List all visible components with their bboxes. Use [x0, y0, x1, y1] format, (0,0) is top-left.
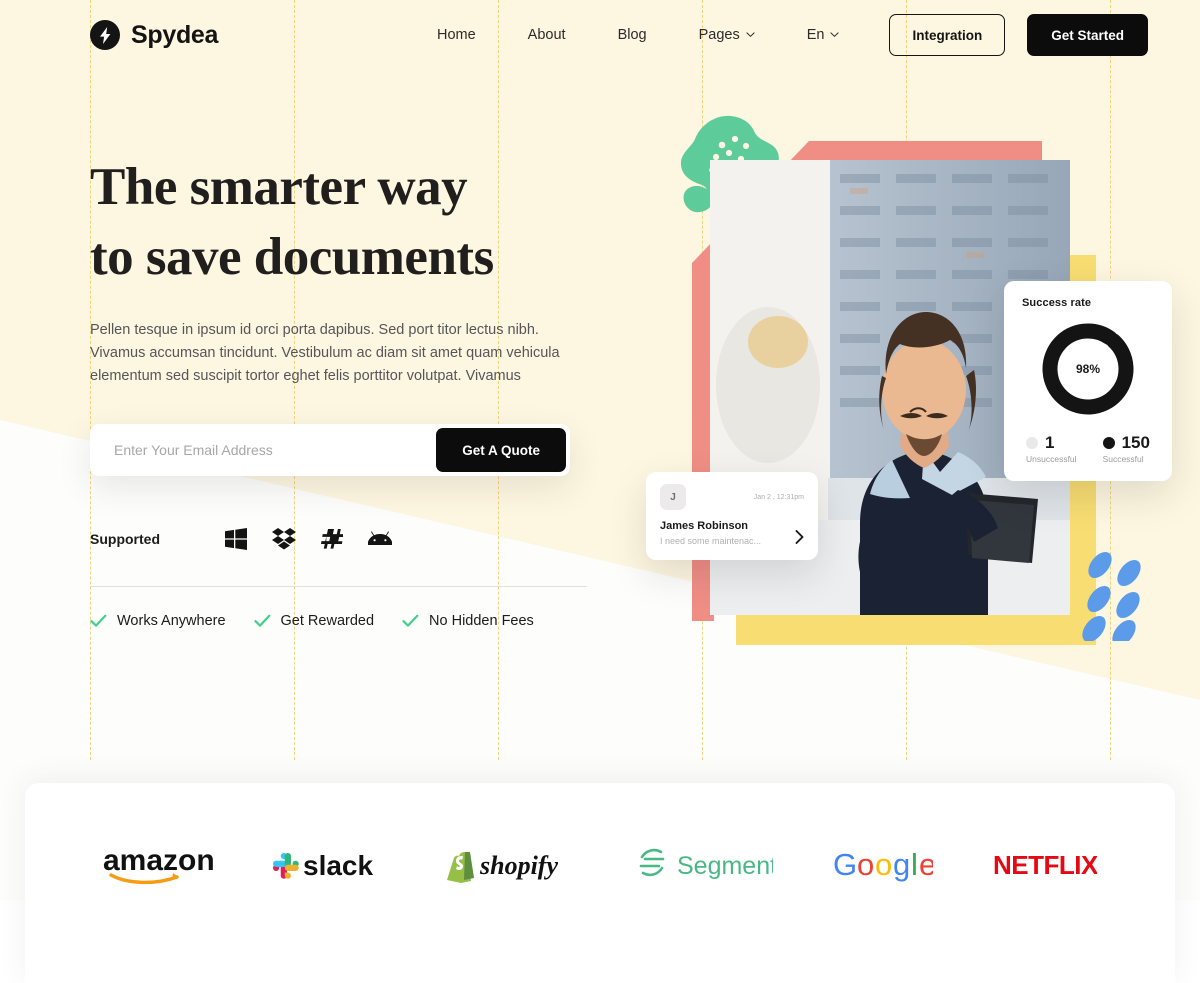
blue-petals-decoration [1082, 551, 1154, 647]
nav-item-label: Pages [698, 27, 740, 43]
feature-label: Get Rewarded [280, 613, 375, 629]
legend-dot-icon [1102, 437, 1115, 449]
supported-label: Supported [90, 531, 160, 547]
google-logo: G o o g l e [833, 847, 933, 883]
hero-paragraph: Pellen tesque in ipsum id orci porta dap… [90, 322, 560, 384]
message-preview: I need some maintenac... [660, 536, 762, 546]
message-card-header: J Jan 2 , 12:31pm [660, 484, 804, 510]
brand-logos-section: amazon slack shopify Segment G o o g l e… [25, 783, 1175, 983]
svg-text:l: l [911, 847, 918, 882]
feature-list: Works Anywhere Get Rewarded No Hidden Fe… [90, 613, 610, 629]
hero-title-line-1: The smarter way [90, 158, 468, 216]
legend-item-unsuccessful: 1 Unsuccessful [1026, 433, 1077, 464]
email-signup-form: Get A Quote [90, 424, 570, 476]
slack-logo: slack [273, 848, 385, 882]
logo[interactable]: Spydea [90, 20, 218, 50]
success-card-title: Success rate [1022, 297, 1092, 309]
svg-text:slack: slack [303, 850, 373, 881]
message-timestamp: Jan 2 , 12:31pm [753, 493, 804, 501]
page-title: The smarter way to save documents [90, 152, 610, 292]
slack-hash-icon[interactable] [321, 528, 343, 550]
shopify-logo: shopify [445, 847, 575, 883]
svg-text:g: g [893, 847, 910, 882]
section-divider [90, 586, 587, 587]
chevron-down-icon [830, 30, 840, 39]
check-icon [402, 614, 419, 628]
success-donut-chart: 98% [1038, 319, 1138, 419]
check-icon [253, 614, 271, 628]
dropbox-icon[interactable] [272, 528, 296, 550]
message-card[interactable]: J Jan 2 , 12:31pm James Robinson I need … [646, 472, 818, 560]
amazon-logo: amazon [103, 845, 213, 885]
nav-item-label: About [527, 27, 566, 43]
avatar: J [660, 484, 686, 510]
check-icon [90, 614, 107, 628]
brand-logos-row: amazon slack shopify Segment G o o g l e… [25, 845, 1175, 885]
nav-item-about[interactable]: About [502, 27, 592, 43]
svg-text:shopify: shopify [479, 851, 558, 880]
supported-platforms: Supported [90, 528, 610, 550]
legend-value: 150 [1121, 433, 1150, 452]
legend-label: Unsuccessful [1026, 454, 1077, 464]
svg-text:Segment: Segment [677, 852, 773, 880]
legend-item-successful: 150 Successful [1102, 433, 1150, 464]
svg-text:NETFLIX: NETFLIX [993, 850, 1097, 880]
brand-name: Spydea [131, 20, 219, 49]
legend-value: 1 [1045, 433, 1055, 452]
lightning-bolt-icon [90, 20, 120, 50]
main-nav: Home About Blog Pages En Integration Get… [411, 14, 1148, 56]
svg-text:o: o [875, 847, 892, 882]
donut-center-value: 98% [1075, 362, 1101, 376]
svg-text:o: o [857, 847, 874, 882]
svg-text:e: e [919, 847, 933, 882]
chevron-right-icon[interactable] [795, 530, 804, 544]
nav-item-label: Blog [617, 27, 647, 43]
svg-text:amazon: amazon [103, 845, 213, 877]
legend-label: Successful [1102, 454, 1144, 464]
nav-item-home[interactable]: Home [411, 27, 502, 43]
feature-label: No Hidden Fees [429, 613, 534, 629]
svg-text:G: G [833, 847, 857, 882]
netflix-logo: NETFLIX [993, 849, 1097, 881]
message-sender: James Robinson [660, 520, 749, 532]
nav-item-language[interactable]: En [781, 27, 866, 43]
android-icon[interactable] [368, 531, 392, 547]
feature-item: No Hidden Fees [402, 613, 534, 629]
feature-label: Works Anywhere [117, 613, 226, 629]
get-started-button[interactable]: Get Started [1027, 14, 1148, 56]
integration-button[interactable]: Integration [889, 14, 1006, 56]
nav-item-label: Home [436, 27, 476, 43]
hero-content: The smarter way to save documents Pellen… [90, 152, 610, 629]
email-input[interactable] [90, 424, 437, 476]
success-legend: 1 Unsuccessful 150 Successful [1022, 433, 1154, 464]
feature-item: Works Anywhere [90, 613, 226, 629]
site-header: Spydea Home About Blog Pages En Integrat… [0, 0, 1200, 70]
feature-item: Get Rewarded [253, 613, 375, 629]
nav-item-label: En [806, 27, 825, 43]
hero-title-line-2: to save documents [90, 228, 494, 286]
segment-logo: Segment [635, 847, 773, 883]
get-a-quote-button[interactable]: Get A Quote [436, 428, 566, 472]
supported-icon-list [225, 528, 392, 550]
hero-artwork: Success rate 98% 1 Unsuccessful 150 Succ… [600, 95, 1200, 675]
chevron-down-icon [746, 30, 755, 39]
nav-item-blog[interactable]: Blog [592, 27, 673, 43]
legend-dot-icon [1026, 437, 1038, 449]
success-rate-card: Success rate 98% 1 Unsuccessful 150 Succ… [1004, 281, 1172, 481]
windows-icon[interactable] [225, 528, 247, 550]
nav-item-pages[interactable]: Pages [673, 27, 781, 43]
